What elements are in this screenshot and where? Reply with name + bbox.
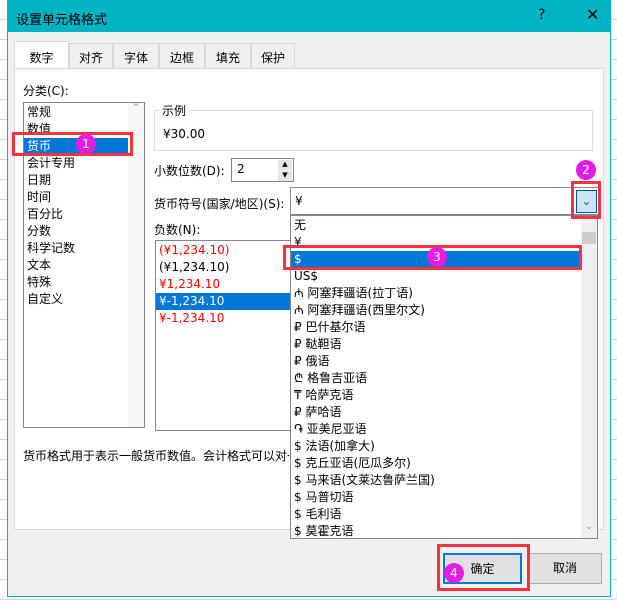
decimal-places-stepper[interactable]: 2 ▲ ▼ — [231, 158, 294, 182]
tab-border[interactable]: 边框 — [159, 43, 205, 68]
currency-symbol-select[interactable]: ¥ ⌄ — [290, 187, 600, 215]
currency-option[interactable]: 无 — [291, 217, 581, 234]
category-item[interactable]: 时间 — [24, 189, 144, 206]
step-badge-1: 1 — [76, 134, 96, 154]
currency-option[interactable]: $ 法语(加拿大) — [291, 438, 581, 455]
negative-numbers-list[interactable]: (¥1,234.10) (¥1,234.10) ¥1,234.10 ¥-1,234.1… — [155, 240, 295, 431]
tab-bar: 数字 对齐 字体 边框 填充 保护 — [14, 41, 295, 68]
sample-group — [154, 110, 593, 151]
tab-fill[interactable]: 填充 — [205, 43, 251, 68]
negative-format-item[interactable]: ¥-1,234.10 — [156, 293, 295, 310]
negative-format-item[interactable]: ¥-1,234.10 — [156, 310, 295, 327]
currency-option[interactable]: $ 克丘亚语(厄瓜多尔) — [291, 455, 581, 472]
scroll-thumb[interactable] — [582, 232, 596, 244]
cancel-button[interactable]: 取消 — [528, 553, 602, 584]
currency-option[interactable]: ₽ 萨哈语 — [291, 404, 581, 421]
tab-alignment[interactable]: 对齐 — [69, 43, 113, 68]
dropdown-scrollbar[interactable]: ⌃ ⌄ — [581, 216, 597, 538]
annotation-box-1 — [12, 132, 133, 156]
title-bar: 设置单元格格式 ? ✕ — [8, 1, 610, 32]
currency-option[interactable]: ֏ 亚美尼亚语 — [291, 421, 581, 438]
annotation-box-2 — [571, 181, 601, 219]
close-button[interactable]: ✕ — [586, 5, 599, 24]
tab-number[interactable]: 数字 — [14, 41, 69, 68]
category-item[interactable]: 会计专用 — [24, 155, 144, 172]
category-label: 分类(C): — [23, 84, 69, 98]
scroll-down-icon[interactable]: ⌄ — [581, 522, 597, 538]
category-item[interactable]: 日期 — [24, 172, 144, 189]
currency-option[interactable]: $ 莫霍克语 — [291, 523, 581, 538]
currency-option[interactable]: US$ — [291, 268, 581, 285]
help-button[interactable]: ? — [538, 7, 545, 23]
sample-label: 示例 — [160, 102, 189, 119]
currency-option[interactable]: $ 马来语(文莱达鲁萨兰国) — [291, 472, 581, 489]
sample-value: ¥30.00 — [163, 127, 205, 141]
category-item[interactable]: 百分比 — [24, 206, 144, 223]
negative-format-item[interactable]: (¥1,234.10) — [156, 259, 295, 276]
currency-option[interactable]: ₽ 鞑靼语 — [291, 336, 581, 353]
step-badge-4: 4 — [444, 563, 464, 583]
step-badge-2: 2 — [576, 160, 596, 180]
description-text: 货币格式用于表示一般货币数值。会计格式可以对一 — [23, 449, 289, 463]
negative-format-item[interactable]: (¥1,234.10) — [156, 242, 295, 259]
category-item[interactable]: 分数 — [24, 223, 144, 240]
currency-option[interactable]: $ 马普切语 — [291, 489, 581, 506]
currency-symbol-value: ¥ — [295, 194, 303, 208]
currency-symbol-label: 货币符号(国家/地区)(S): — [154, 197, 285, 211]
tab-font[interactable]: 字体 — [113, 43, 159, 68]
currency-option[interactable]: ₾ 格鲁吉亚语 — [291, 370, 581, 387]
category-item[interactable]: 文本 — [24, 257, 144, 274]
currency-option[interactable]: ₼ 阿塞拜疆语(拉丁语) — [291, 285, 581, 302]
decimal-places-value: 2 — [237, 162, 245, 176]
category-item[interactable]: 特殊 — [24, 274, 144, 291]
currency-option[interactable]: ₼ 阿塞拜疆语(西里尔文) — [291, 302, 581, 319]
spin-down-icon[interactable]: ▼ — [278, 171, 292, 181]
tab-protection[interactable]: 保护 — [251, 43, 295, 68]
currency-option[interactable]: ₽ 巴什基尔语 — [291, 319, 581, 336]
negative-numbers-label: 负数(N): — [154, 223, 201, 237]
spin-up-icon[interactable]: ▲ — [278, 160, 292, 170]
category-item[interactable]: 科学记数 — [24, 240, 144, 257]
decimal-places-label: 小数位数(D): — [154, 164, 225, 178]
negative-format-item[interactable]: ¥1,234.10 — [156, 276, 295, 293]
category-item[interactable]: 常规 — [24, 104, 144, 121]
dialog-title: 设置单元格格式 — [16, 13, 108, 28]
step-badge-3: 3 — [427, 247, 447, 267]
currency-option[interactable]: ₽ 俄语 — [291, 353, 581, 370]
category-item[interactable]: 自定义 — [24, 291, 144, 308]
currency-option[interactable]: ₸ 哈萨克语 — [291, 387, 581, 404]
currency-option[interactable]: $ 毛利语 — [291, 506, 581, 523]
